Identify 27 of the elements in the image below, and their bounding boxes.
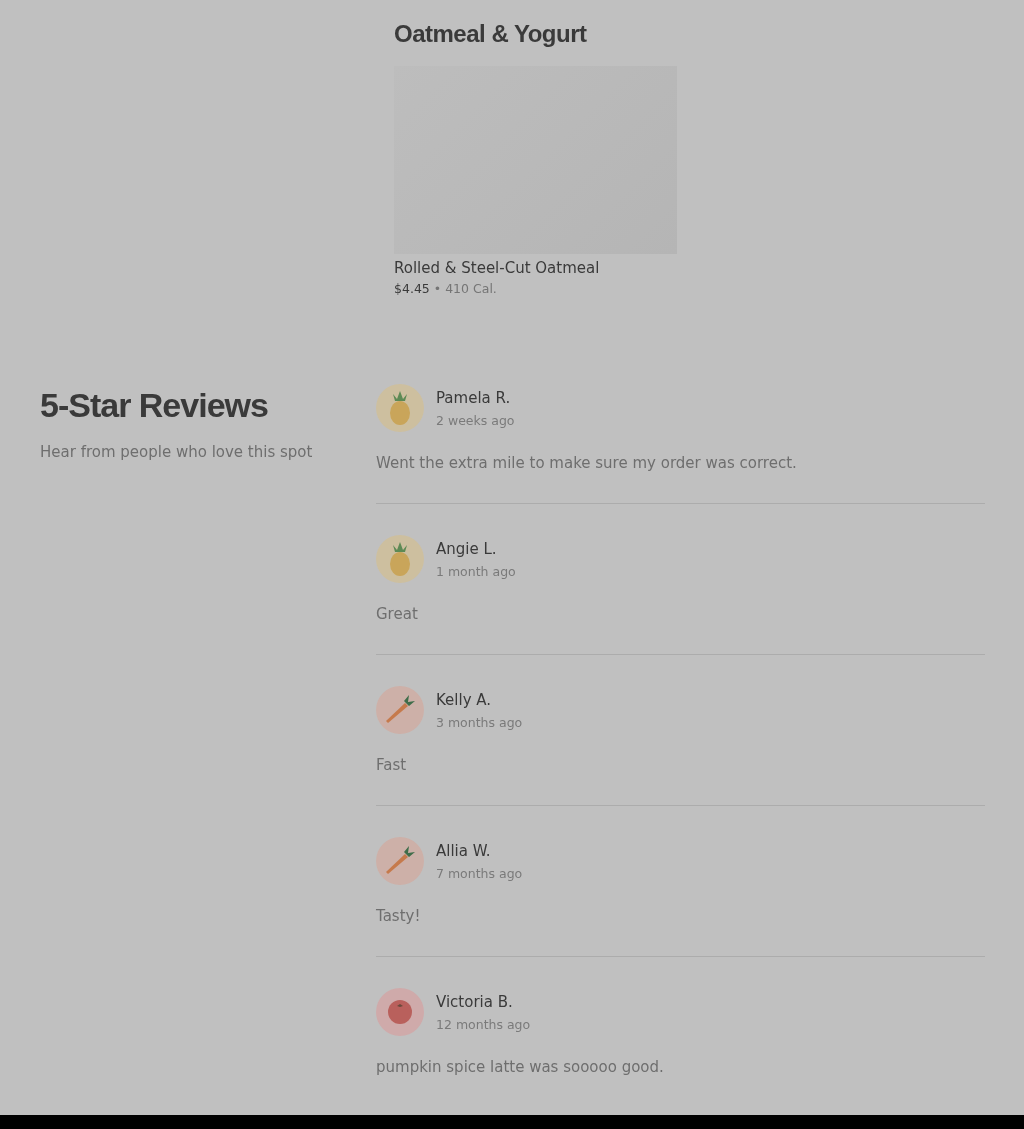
section-title: Oatmeal & Yogurt: [394, 20, 587, 48]
review-text: pumpkin spice latte was sooooo good.: [376, 1058, 664, 1076]
review-time: 3 months ago: [436, 714, 523, 730]
reviewer-name: Pamela R.: [436, 388, 511, 407]
reviewer-name: Victoria B.: [436, 992, 513, 1011]
pineapple-icon: [388, 542, 412, 576]
review-time: 2 weeks ago: [436, 412, 515, 428]
review-text: Fast: [376, 756, 407, 774]
review-time: 1 month ago: [436, 563, 516, 579]
review-text: Great: [376, 605, 418, 623]
reviews-subtitle: Hear from people who love this spot: [40, 443, 313, 461]
item-calories: 410 Cal.: [445, 281, 497, 296]
carrot-icon: [385, 846, 415, 876]
reviewer-name: Allia W.: [436, 841, 491, 860]
review-time: 12 months ago: [436, 1016, 531, 1032]
separator-dot: •: [433, 281, 442, 296]
reviewer-name: Angie L.: [436, 539, 497, 558]
review-time: 7 months ago: [436, 865, 523, 881]
review-text: Went the extra mile to make sure my order was correct.: [376, 454, 797, 472]
reviewer-name: Kelly A.: [436, 690, 492, 709]
review-text: Tasty!: [376, 907, 421, 925]
item-name[interactable]: Rolled & Steel-Cut Oatmeal: [394, 259, 600, 277]
item-price: $4.45: [394, 281, 430, 296]
carrot-icon: [385, 695, 415, 725]
tomato-icon: [388, 1000, 412, 1024]
pineapple-icon: [388, 391, 412, 425]
reviews-title: 5-Star Reviews: [40, 386, 268, 425]
